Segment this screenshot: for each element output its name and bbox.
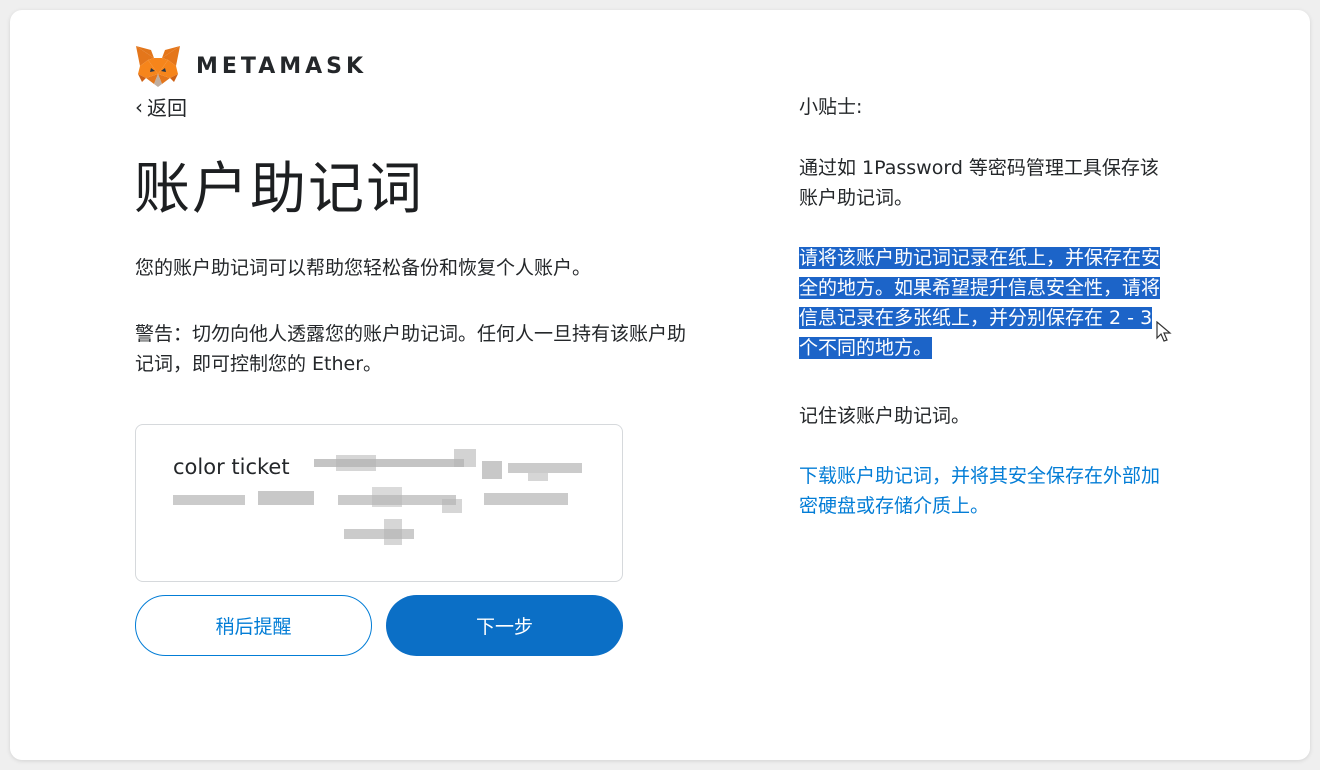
download-phrase-link[interactable]: 下载账户助记词，并将其安全保存在外部加密硬盘或存储介质上。 [799,461,1169,521]
seed-phrase-box: color ticket [135,424,623,582]
tip-write-on-paper: 请将该账户助记词记录在纸上，并保存在安全的地方。如果希望提升信息安全性，请将信息… [799,243,1169,363]
back-link[interactable]: ‹ 返回 [135,92,187,121]
chevron-left-icon: ‹ [135,94,143,119]
page-title: 账户助记词 [134,157,424,222]
tip-password-manager: 通过如 1Password 等密码管理工具保存该账户助记词。 [799,157,1159,209]
back-label: 返回 [147,96,187,120]
next-button[interactable]: 下一步 [386,595,623,656]
metamask-fox-icon [136,46,180,87]
page-description: 您的账户助记词可以帮助您轻松备份和恢复个人账户。 [135,257,592,279]
onboarding-card: METAMASK ‹ 返回 账户助记词 您的账户助记词可以帮助您轻松备份和恢复个… [10,10,1310,760]
metamask-logo: METAMASK [134,44,367,88]
tip-write-on-paper-text: 请将该账户助记词记录在纸上，并保存在安全的地方。如果希望提升信息安全性，请将信息… [799,247,1161,359]
tip-memorize: 记住该账户助记词。 [799,405,971,427]
tips-heading: 小贴士: [799,96,863,118]
brand-wordmark: METAMASK [196,53,368,79]
security-warning: 警告：切勿向他人透露您的账户助记词。任何人一旦持有该账户助记词，即可控制您的 E… [135,323,687,375]
seed-phrase-visible-text: color ticket [173,455,290,479]
remind-later-button[interactable]: 稍后提醒 [135,595,372,656]
mouse-pointer-icon [1156,321,1172,342]
